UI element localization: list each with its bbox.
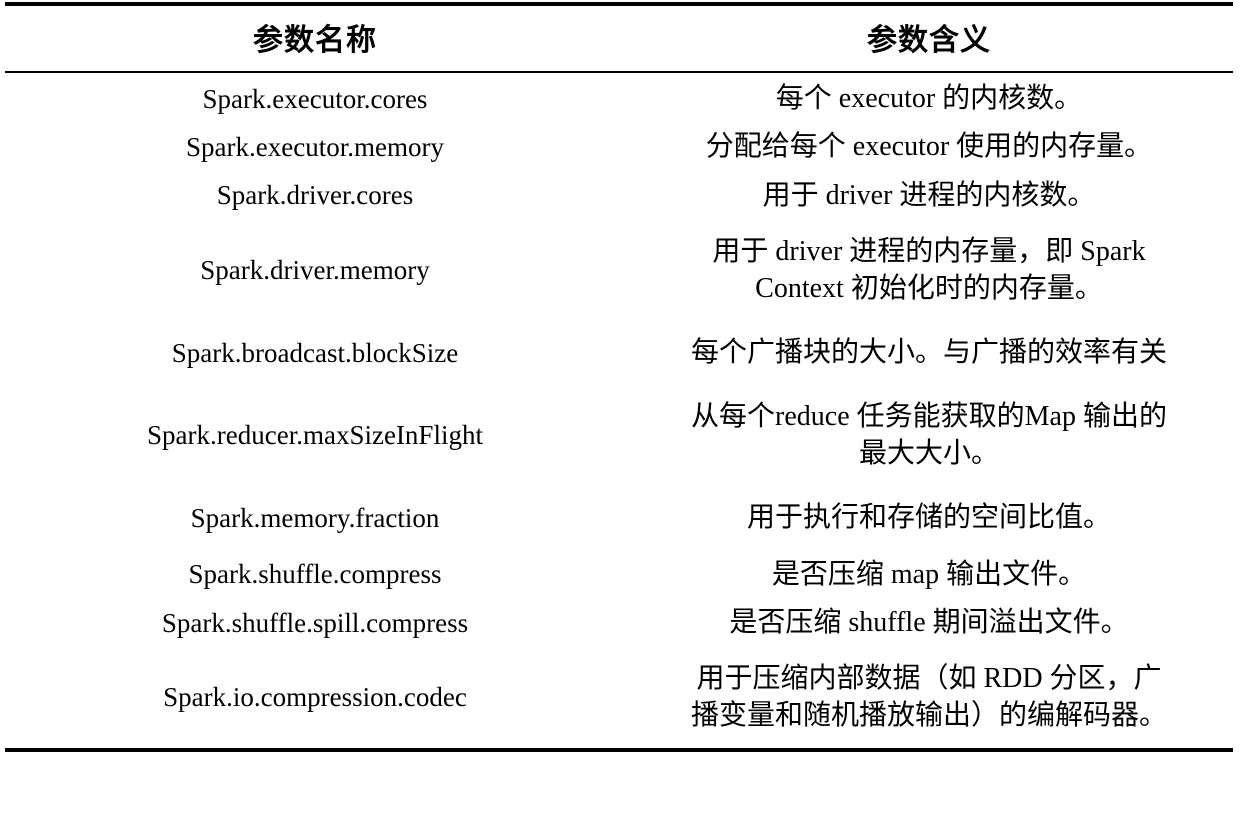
meaning-line: 用于执行和存储的空间比值。 (746, 502, 1111, 534)
column-header-parameter-meaning: 参数含义 (867, 24, 991, 57)
meaning-line: 是否压缩 shuffle 期间溢出文件。 (729, 606, 1129, 638)
meaning-line: 每个广播块的大小。与广播的效率有关 (690, 336, 1167, 368)
meaning-line: 播变量和随机播放输出）的编解码器。 (690, 699, 1167, 731)
meaning-line: 用于压缩内部数据（如 RDD 分区，广 (696, 663, 1162, 695)
parameter-meaning-cell: 每个广播块的大小。与广播的效率有关 (625, 321, 1233, 385)
parameter-name-cell: Spark.broadcast.blockSize (171, 337, 459, 368)
parameter-name-cell: Spark.io.compression.codec (163, 682, 467, 713)
meaning-line: Context 初始化时的内存量。 (755, 272, 1103, 304)
column-header-parameter-name: 参数名称 (253, 24, 377, 57)
table-row: Spark.memory.fraction 用于执行和存储的空间比值。 (5, 486, 1233, 550)
parameter-meaning-cell: 用于 driver 进程的内存量，即 Spark Context 初始化时的内存… (625, 220, 1233, 321)
parameter-name-cell: Spark.driver.cores (216, 180, 414, 211)
meaning-line: 每个 executor 的内核数。 (775, 83, 1083, 114)
parameter-meaning-cell: 每个 executor 的内核数。 (625, 75, 1233, 123)
meaning-line: 用于 driver 进程的内核数。 (762, 179, 1096, 211)
meaning-line: 从每个reduce 任务能获取的Map 输出的 (691, 401, 1167, 433)
parameter-name-cell: Spark.executor.memory (186, 132, 444, 163)
table-row: Spark.broadcast.blockSize 每个广播块的大小。与广播的效… (5, 321, 1233, 385)
meaning-line: 用于 driver 进程的内存量，即 Spark (712, 236, 1146, 268)
parameter-name-cell: Spark.reducer.maxSizeInFlight (147, 420, 483, 451)
table-row: Spark.io.compression.codec 用于压缩内部数据（如 RD… (5, 647, 1233, 750)
parameter-meaning-cell: 是否压缩 shuffle 期间溢出文件。 (625, 599, 1233, 647)
table-row: Spark.driver.memory 用于 driver 进程的内存量，即 S… (5, 220, 1233, 321)
table-container: 参数名称 参数含义 Spark.executor.cores 每个 execut… (5, 2, 1233, 765)
table-row: Spark.executor.memory 分配给每个 executor 使用的… (5, 123, 1233, 171)
parameter-name-cell: Spark.executor.cores (202, 83, 428, 114)
table-row: Spark.executor.cores 每个 executor 的内核数。 (5, 75, 1233, 123)
parameter-meaning-cell: 从每个reduce 任务能获取的Map 输出的 最大大小。 (625, 385, 1233, 486)
meaning-line: 分配给每个 executor 使用的内存量。 (705, 131, 1153, 163)
parameter-meaning-cell: 用于执行和存储的空间比值。 (625, 486, 1233, 550)
meaning-line: 最大大小。 (858, 437, 999, 469)
table-row: Spark.shuffle.spill.compress 是否压缩 shuffl… (5, 599, 1233, 647)
parameter-meaning-cell: 用于 driver 进程的内核数。 (625, 172, 1233, 220)
table-row: Spark.driver.cores 用于 driver 进程的内核数。 (5, 172, 1233, 220)
spark-parameter-table: 参数名称 参数含义 Spark.executor.cores 每个 execut… (5, 2, 1233, 765)
parameter-name-cell: Spark.shuffle.compress (188, 559, 442, 590)
table-row: Spark.reducer.maxSizeInFlight 从每个reduce … (5, 385, 1233, 486)
bottom-rule (5, 748, 1233, 765)
document-page: 参数名称 参数含义 Spark.executor.cores 每个 execut… (0, 0, 1240, 838)
parameter-meaning-cell: 是否压缩 map 输出文件。 (625, 551, 1233, 599)
parameter-name-cell: Spark.memory.fraction (190, 502, 440, 533)
header-row: 参数名称 参数含义 (5, 8, 1233, 72)
table-header: 参数名称 参数含义 (5, 2, 1233, 75)
parameter-meaning-cell: 分配给每个 executor 使用的内存量。 (625, 123, 1233, 171)
parameter-name-cell: Spark.shuffle.spill.compress (161, 607, 469, 638)
meaning-line: 是否压缩 map 输出文件。 (771, 558, 1087, 590)
parameter-meaning-cell: 用于压缩内部数据（如 RDD 分区，广 播变量和随机播放输出）的编解码器。 (625, 647, 1233, 750)
bottom-rule-row (5, 748, 1233, 765)
table-body: Spark.executor.cores 每个 executor 的内核数。 S… (5, 75, 1233, 765)
parameter-name-cell: Spark.driver.memory (200, 255, 430, 286)
table-row: Spark.shuffle.compress 是否压缩 map 输出文件。 (5, 551, 1233, 599)
